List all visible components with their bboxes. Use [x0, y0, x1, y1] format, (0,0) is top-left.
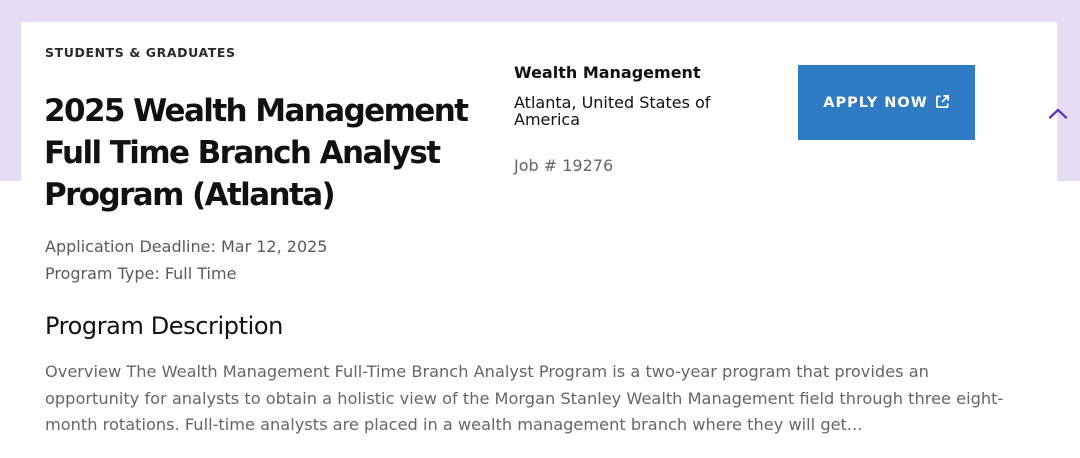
collapse-toggle-button[interactable] [1046, 102, 1070, 126]
apply-now-label: APPLY NOW [823, 94, 928, 111]
job-listing-page: STUDENTS & GRADUATES 2025 Wealth Managem… [0, 0, 1080, 458]
job-location: Atlanta, United States of America [514, 93, 711, 129]
program-description-heading: Program Description [45, 312, 283, 340]
job-division: Wealth Management [514, 63, 701, 82]
program-type: Program Type: Full Time [45, 264, 237, 283]
job-number: Job # 19276 [514, 156, 614, 175]
chevron-up-icon [1048, 108, 1068, 119]
program-description-text: Overview The Wealth Management Full-Time… [45, 362, 1004, 434]
job-card: STUDENTS & GRADUATES 2025 Wealth Managem… [21, 22, 1068, 458]
job-title: 2025 Wealth Management Full Time Branch … [44, 93, 469, 213]
external-link-icon [935, 94, 949, 108]
application-deadline: Application Deadline: Mar 12, 2025 [45, 237, 328, 256]
apply-now-button[interactable]: APPLY NOW [798, 65, 975, 140]
job-category: STUDENTS & GRADUATES [45, 45, 236, 60]
